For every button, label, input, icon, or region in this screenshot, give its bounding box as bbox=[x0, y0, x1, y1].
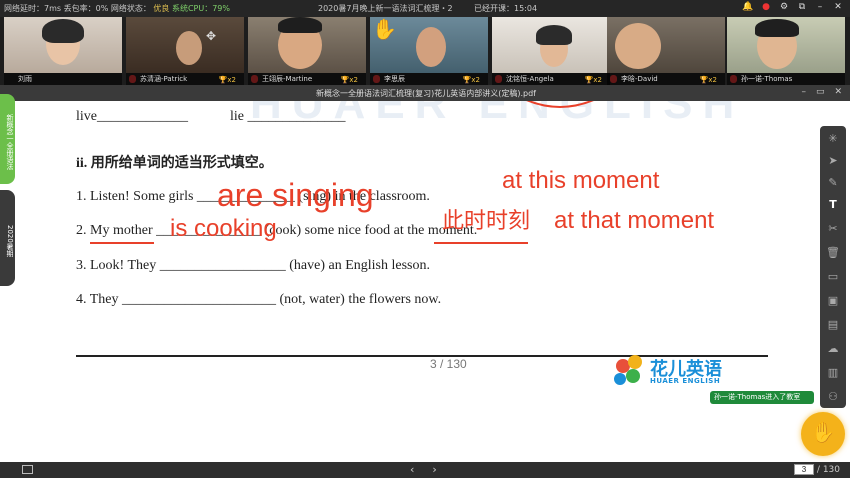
video-strip: 刘雨 ✥ 苏清涵-Patrick 🏆x2 王翊辰-Martine 🏆x2 ✋ 李… bbox=[0, 17, 850, 85]
trophy-icon: 🏆x2 bbox=[340, 76, 358, 84]
participant-tile[interactable]: ✋ 李思辰 🏆x2 bbox=[370, 17, 488, 85]
trophy-icon: 🏆x2 bbox=[218, 76, 236, 84]
close-icon[interactable]: ✕ bbox=[832, 2, 844, 12]
raise-hand-icon: ✋ bbox=[372, 17, 397, 41]
document-filename: 新概念一全册语法词汇梳理(复习)花儿英语内部讲义(定稿).pdf bbox=[316, 89, 536, 98]
network-latency: 网络延时：7ms bbox=[4, 4, 62, 13]
logo-text-en: HUAER ENGLISH bbox=[650, 377, 721, 385]
page-indicator: 3 / 130 bbox=[430, 357, 467, 371]
participant-video: ✥ bbox=[126, 17, 244, 73]
annotation-toolbar: ✳ ➤ ✎ T ✂ 🗑 ▭ ▣ ▤ ☁ ▥ ⚇ bbox=[820, 126, 846, 408]
packet-loss: 丢包率：0% bbox=[63, 4, 109, 13]
doc-line-live: live_____________ bbox=[76, 109, 188, 124]
annotation-is-cooking: is cooking bbox=[170, 215, 277, 242]
annotation-at-this-moment: at this moment bbox=[502, 167, 660, 194]
shape-icon[interactable]: ▭ bbox=[820, 268, 846, 286]
question-3: 3. Look! They __________________ (have) … bbox=[76, 258, 430, 273]
underline-my-mother bbox=[90, 242, 154, 244]
chat-icon[interactable]: ▤ bbox=[820, 316, 846, 334]
trash-icon[interactable]: 🗑 bbox=[820, 244, 846, 262]
trophy-icon: 🏆x2 bbox=[462, 76, 480, 84]
status-bar: 网络延时：7ms 丢包率：0% 网络状态： 优良 系统CPU：79% 2020暑… bbox=[0, 0, 850, 17]
text-tool-icon[interactable]: T bbox=[820, 196, 846, 214]
raise-hand-button[interactable]: ✋ bbox=[801, 412, 845, 456]
annotation-are-singing: are singing bbox=[217, 177, 374, 213]
annotation-at-that-moment: at that moment bbox=[554, 207, 715, 234]
participant-video bbox=[607, 17, 725, 73]
cloud-icon[interactable]: ☁ bbox=[820, 340, 846, 358]
join-notification: 孙一诺-Thomas进入了教室 bbox=[710, 391, 814, 404]
participant-name: 刘雨 bbox=[4, 73, 122, 85]
participant-name: 孙一诺-Thomas bbox=[727, 73, 845, 85]
section-heading: ii. 用所给单词的适当形式填空。 bbox=[76, 156, 273, 171]
document-page: HUAER ENGLISH live_____________ lie ____… bbox=[0, 101, 850, 462]
page-navigation: ‹ › bbox=[410, 463, 437, 476]
network-info: 网络延时：7ms 丢包率：0% 网络状态： 优良 系统CPU：79% bbox=[4, 3, 230, 14]
users-icon[interactable]: ⚇ bbox=[820, 388, 846, 406]
move-cursor-icon: ✥ bbox=[206, 29, 217, 43]
bottom-bar: ‹ › / 130 bbox=[0, 462, 850, 478]
participant-tile[interactable]: 刘雨 bbox=[4, 17, 122, 85]
thumbnail-toggle-icon[interactable] bbox=[22, 465, 33, 474]
close-icon[interactable]: ✕ bbox=[834, 87, 842, 97]
next-page-button[interactable]: › bbox=[432, 463, 436, 476]
side-tab-summer[interactable]: 2020暑期 bbox=[0, 190, 15, 286]
cpu-usage: 系统CPU：79% bbox=[171, 4, 230, 13]
prev-page-button[interactable]: ‹ bbox=[410, 463, 414, 476]
participant-video bbox=[4, 17, 122, 73]
class-timer: 已经开课：15:04 bbox=[474, 4, 538, 13]
minimize-icon[interactable]: – bbox=[801, 87, 806, 97]
maximize-icon[interactable]: ▭ bbox=[816, 87, 825, 97]
trophy-icon: 🏆x2 bbox=[584, 76, 602, 84]
laser-pointer-icon[interactable]: ✳ bbox=[820, 130, 846, 148]
annotation-chinese: 此时时刻 bbox=[442, 208, 531, 233]
network-status-value: 优良 bbox=[153, 4, 170, 13]
restore-icon[interactable]: ⧉ bbox=[796, 2, 808, 12]
eraser-icon[interactable]: ✂ bbox=[820, 220, 846, 238]
gear-icon[interactable]: ⚙ bbox=[778, 2, 790, 12]
participant-tile[interactable]: 孙一诺-Thomas bbox=[727, 17, 845, 85]
toolbox-icon[interactable]: ▥ bbox=[820, 364, 846, 382]
page-number-input[interactable] bbox=[793, 464, 814, 475]
record-icon[interactable]: ● bbox=[760, 2, 772, 12]
participant-video bbox=[248, 17, 366, 73]
side-tab-course[interactable]: 新概念一全册语法 bbox=[0, 94, 15, 184]
participant-tile[interactable]: 李晗-David 🏆x2 bbox=[607, 17, 725, 85]
window-controls: 🔔 ● ⚙ ⧉ – ✕ bbox=[742, 2, 844, 12]
class-title: 2020暑7月晚上新一语法词汇梳理・2 bbox=[318, 4, 453, 13]
pen-icon[interactable]: ✎ bbox=[820, 174, 846, 192]
hand-icon: ✋ bbox=[810, 420, 836, 444]
minimize-icon[interactable]: – bbox=[814, 2, 826, 12]
total-pages: / 130 bbox=[816, 464, 840, 475]
participant-video: ✋ bbox=[370, 17, 488, 73]
network-status-label: 网络状态： bbox=[110, 4, 151, 13]
select-arrow-icon[interactable]: ➤ bbox=[820, 152, 846, 170]
doc-line-lie: lie ______________ bbox=[230, 109, 346, 124]
trophy-icon: 🏆x2 bbox=[699, 76, 717, 84]
question-4: 4. They ______________________ (not, wat… bbox=[76, 292, 442, 307]
document-window-controls: – ▭ ✕ bbox=[801, 87, 842, 97]
document-titlebar: 新概念一全册语法词汇梳理(复习)花儿英语内部讲义(定稿).pdf – ▭ ✕ bbox=[0, 85, 850, 101]
huaer-logo: 花儿英语 HUAER ENGLISH bbox=[614, 353, 744, 389]
page-jump: / 130 bbox=[793, 464, 840, 475]
underline-at-the-moment bbox=[434, 242, 528, 244]
annotation-curve bbox=[526, 101, 594, 108]
participant-tile[interactable]: ✥ 苏清涵-Patrick 🏆x2 bbox=[126, 17, 244, 85]
bell-icon[interactable]: 🔔 bbox=[742, 2, 754, 12]
participant-video bbox=[727, 17, 845, 73]
image-icon[interactable]: ▣ bbox=[820, 292, 846, 310]
participant-tile[interactable]: 王翊辰-Martine 🏆x2 bbox=[248, 17, 366, 85]
participant-tile[interactable]: 沈铭恒-Angela 🏆x2 bbox=[492, 17, 610, 85]
participant-video bbox=[492, 17, 610, 73]
